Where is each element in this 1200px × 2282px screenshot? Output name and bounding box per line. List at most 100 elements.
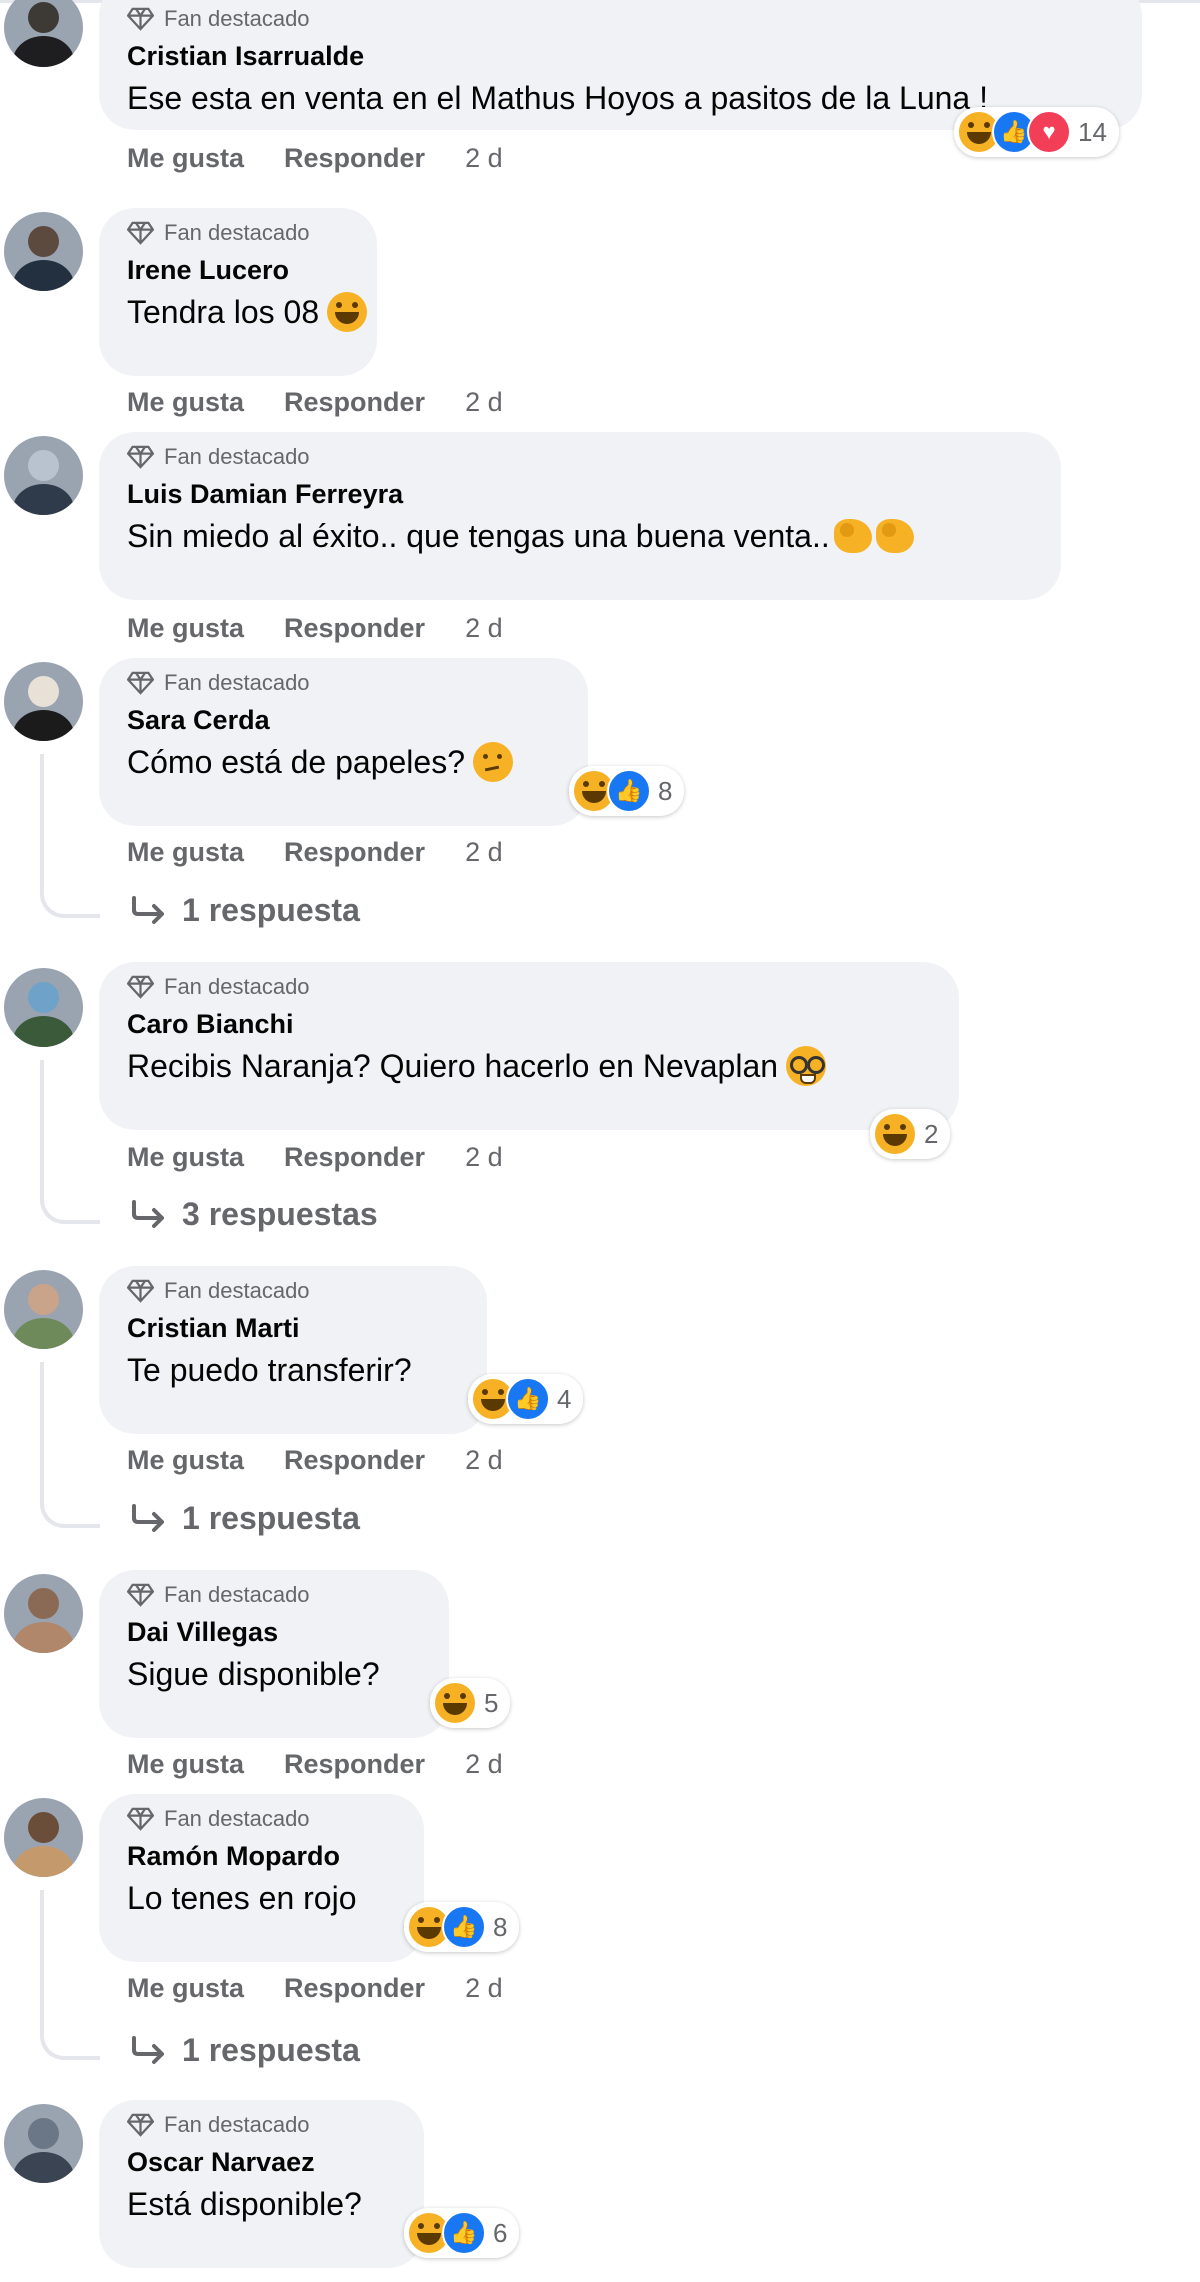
author-name[interactable]: Ramón Mopardo (127, 1836, 396, 1876)
like-button[interactable]: Me gusta (127, 837, 244, 868)
badge-label: Fan destacado (164, 974, 310, 999)
author-name[interactable]: Sara Cerda (127, 700, 560, 740)
comment-actions: Me gusta Responder 2 d (127, 1744, 503, 1784)
fan-badge: Fan destacado (127, 218, 349, 248)
avatar-head (28, 1588, 59, 1619)
comment-text: Sigue disponible? (127, 1656, 380, 1692)
comment-actions: Me gusta Responder 2 d (127, 382, 503, 422)
timestamp[interactable]: 2 d (465, 1973, 503, 2004)
like-button[interactable]: Me gusta (127, 1749, 244, 1780)
author-name[interactable]: Dai Villegas (127, 1612, 421, 1652)
fan-badge: Fan destacado (127, 4, 1114, 34)
reaction-count: 4 (557, 1383, 572, 1414)
reaction-summary[interactable]: 👍 8 (569, 766, 685, 816)
reaction-count: 2 (924, 1118, 939, 1149)
timestamp[interactable]: 2 d (465, 613, 503, 644)
badge-label: Fan destacado (164, 1806, 310, 1831)
timestamp[interactable]: 2 d (465, 837, 503, 868)
badge-label: Fan destacado (164, 6, 310, 31)
reply-button[interactable]: Responder (284, 1445, 425, 1476)
reply-button[interactable]: Responder (284, 837, 425, 868)
author-name[interactable]: Oscar Narvaez (127, 2142, 396, 2182)
reaction-count: 8 (658, 775, 673, 806)
replies-count-label: 1 respuesta (182, 1500, 360, 1536)
comment-bubble: Fan destacado Sara Cerda Cómo está de pa… (99, 658, 588, 826)
comment-actions: Me gusta Responder 2 d (127, 1137, 503, 1177)
nerd-emoji-icon (786, 1046, 827, 1086)
comment-text: Cómo está de papeles? (127, 744, 465, 780)
reply-button[interactable]: Responder (284, 143, 425, 174)
avatar-body (13, 484, 74, 515)
avatar-body (13, 260, 74, 291)
like-button[interactable]: Me gusta (127, 1142, 244, 1173)
like-button[interactable]: Me gusta (127, 613, 244, 644)
reaction-summary[interactable]: 👍 ♥ 14 (954, 107, 1119, 157)
author-name[interactable]: Irene Lucero (127, 250, 349, 290)
comment-bubble: Fan destacado Oscar Narvaez Está disponi… (99, 2100, 424, 2268)
reaction-count: 14 (1078, 116, 1107, 147)
like-button[interactable]: Me gusta (127, 1973, 244, 2004)
reply-arrow-icon (132, 1199, 164, 1228)
badge-label: Fan destacado (164, 1278, 310, 1303)
avatar[interactable] (4, 2104, 83, 2183)
avatar[interactable] (4, 1798, 83, 1877)
fan-badge: Fan destacado (127, 668, 560, 698)
avatar[interactable] (4, 436, 83, 515)
timestamp[interactable]: 2 d (465, 1749, 503, 1780)
avatar[interactable] (4, 1270, 83, 1349)
comment-bubble: Fan destacado Irene Lucero Tendra los 08 (99, 208, 377, 376)
view-replies-link[interactable]: 1 respuesta (130, 1500, 360, 1537)
reply-arrow-icon (132, 2035, 164, 2064)
avatar[interactable] (4, 662, 83, 741)
reply-button[interactable]: Responder (284, 387, 425, 418)
like-button[interactable]: Me gusta (127, 143, 244, 174)
reply-arrow-icon (132, 895, 164, 924)
timestamp[interactable]: 2 d (465, 1445, 503, 1476)
diamond-icon (127, 1807, 154, 1831)
view-replies-link[interactable]: 1 respuesta (130, 892, 360, 929)
diamond-icon (127, 221, 154, 245)
avatar[interactable] (4, 0, 83, 67)
diamond-icon (127, 671, 154, 695)
replies-count-label: 1 respuesta (182, 892, 360, 928)
view-replies-link[interactable]: 1 respuesta (130, 2032, 360, 2069)
like-button[interactable]: Me gusta (127, 387, 244, 418)
reaction-summary[interactable]: 2 (870, 1109, 951, 1159)
like-reaction-icon: 👍 (506, 1377, 550, 1421)
author-name[interactable]: Luis Damian Ferreyra (127, 474, 1033, 514)
view-replies-link[interactable]: 3 respuestas (130, 1196, 378, 1233)
replies-count-label: 1 respuesta (182, 2032, 360, 2068)
timestamp[interactable]: 2 d (465, 143, 503, 174)
comment-text: Está disponible? (127, 2186, 362, 2222)
fan-badge: Fan destacado (127, 1580, 421, 1610)
author-name[interactable]: Cristian Isarrualde (127, 36, 1114, 76)
badge-label: Fan destacado (164, 2112, 310, 2137)
fan-badge: Fan destacado (127, 1276, 459, 1306)
author-name[interactable]: Cristian Marti (127, 1308, 459, 1348)
avatar-head (28, 2118, 59, 2149)
timestamp[interactable]: 2 d (465, 387, 503, 418)
avatar-head (28, 1284, 59, 1315)
reaction-count: 6 (493, 2217, 508, 2248)
reply-button[interactable]: Responder (284, 1142, 425, 1173)
author-name[interactable]: Caro Bianchi (127, 1004, 931, 1044)
timestamp[interactable]: 2 d (465, 1142, 503, 1173)
like-button[interactable]: Me gusta (127, 1445, 244, 1476)
avatar-head (28, 450, 59, 481)
reply-button[interactable]: Responder (284, 1973, 425, 2004)
diamond-icon (127, 1583, 154, 1607)
avatar[interactable] (4, 212, 83, 291)
reply-button[interactable]: Responder (284, 1749, 425, 1780)
fan-badge: Fan destacado (127, 442, 1033, 472)
reaction-summary[interactable]: 👍 6 (404, 2208, 520, 2258)
comment-actions: Me gusta Responder 2 d (127, 1440, 503, 1480)
reaction-summary[interactable]: 👍 8 (404, 1902, 520, 1952)
avatar[interactable] (4, 968, 83, 1047)
avatar-body (13, 1016, 74, 1047)
reply-button[interactable]: Responder (284, 613, 425, 644)
comment-bubble: Fan destacado Luis Damian Ferreyra Sin m… (99, 432, 1061, 600)
reaction-summary[interactable]: 5 (430, 1678, 511, 1728)
reaction-summary[interactable]: 👍 4 (468, 1374, 584, 1424)
avatar-head (28, 982, 59, 1013)
avatar[interactable] (4, 1574, 83, 1653)
